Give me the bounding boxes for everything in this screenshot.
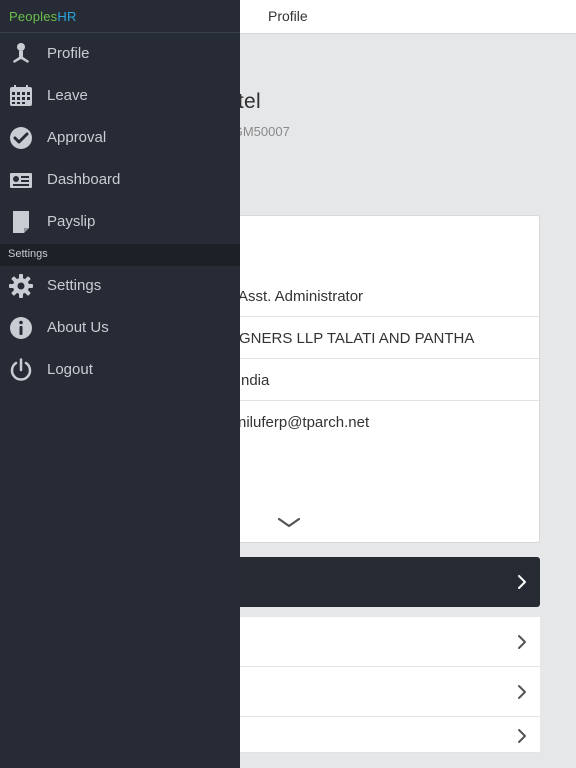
page-title: Profile bbox=[268, 8, 308, 24]
chevron-right-icon bbox=[518, 635, 526, 649]
nav-label: Dashboard bbox=[47, 171, 121, 188]
nav-item-approval[interactable]: Approval bbox=[0, 117, 240, 159]
nav-label: Leave bbox=[47, 87, 88, 104]
nav-item-about-us[interactable]: About Us bbox=[0, 307, 240, 349]
chevron-right-icon bbox=[518, 575, 526, 589]
email-value: niluferp@tparch.net bbox=[238, 414, 370, 431]
nav-item-payslip[interactable]: Payslip bbox=[0, 201, 240, 243]
info-icon bbox=[10, 317, 32, 339]
chevron-down-icon[interactable] bbox=[277, 516, 301, 530]
chevron-right-icon bbox=[518, 729, 526, 743]
nav-label: Payslip bbox=[47, 213, 96, 230]
nav-label: About Us bbox=[47, 319, 109, 336]
chevron-right-icon bbox=[518, 685, 526, 699]
nav-item-settings[interactable]: Settings bbox=[0, 265, 240, 307]
nav-item-logout[interactable]: Logout bbox=[0, 349, 240, 391]
navigation-drawer: PeoplesHR Profile Leave Approval Dashboa… bbox=[0, 0, 240, 768]
nav-item-dashboard[interactable]: Dashboard bbox=[0, 159, 240, 201]
company-value: GNERS LLP TALATI AND PANTHA bbox=[239, 330, 475, 347]
person-icon bbox=[13, 43, 29, 63]
nav-label: Approval bbox=[47, 129, 107, 146]
gear-icon bbox=[9, 274, 33, 298]
nav-label: Logout bbox=[47, 361, 93, 378]
country-value: ndia bbox=[241, 372, 270, 389]
document-icon bbox=[13, 211, 29, 233]
nav-item-profile[interactable]: Profile bbox=[0, 33, 240, 75]
dashboard-icon bbox=[10, 173, 32, 188]
settings-section-header: Settings bbox=[0, 244, 240, 266]
section-label: Settings bbox=[8, 248, 48, 260]
app-logo: PeoplesHR bbox=[9, 8, 77, 24]
designation-value: Asst. Administrator bbox=[238, 288, 364, 305]
power-icon bbox=[10, 358, 32, 381]
check-circle-icon bbox=[10, 127, 32, 149]
nav-label: Settings bbox=[47, 277, 102, 294]
nav-item-leave[interactable]: Leave bbox=[0, 75, 240, 117]
drawer-header: PeoplesHR bbox=[0, 0, 240, 33]
nav-label: Profile bbox=[47, 45, 90, 62]
calendar-icon bbox=[10, 85, 32, 106]
